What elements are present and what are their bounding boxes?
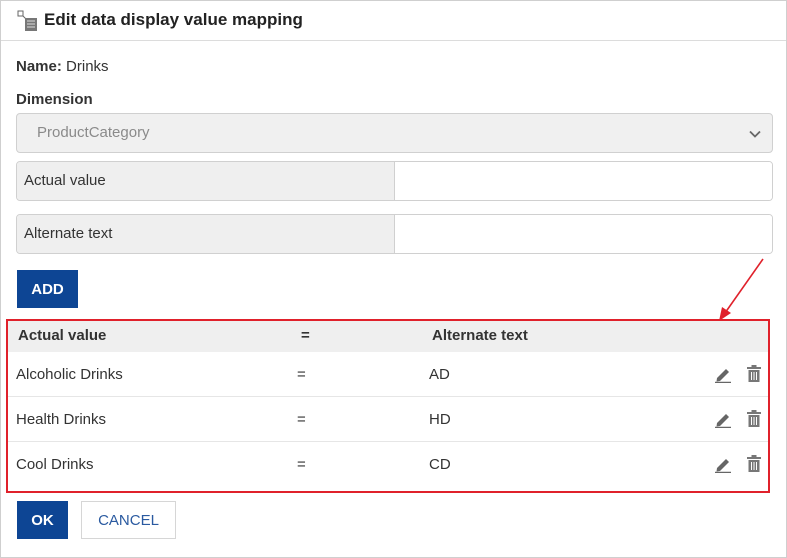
edit-mapping-dialog: Edit data display value mapping Name: Dr… [0, 0, 787, 558]
alternate-text-input[interactable] [395, 215, 772, 253]
table-row: Health Drinks = HD [8, 397, 768, 442]
edit-icon[interactable] [714, 365, 732, 383]
dialog-title-bar: Edit data display value mapping [1, 1, 786, 41]
row-actual-value: Cool Drinks [16, 456, 94, 473]
row-alternate-text: AD [429, 366, 450, 383]
table-row: Alcoholic Drinks = AD [8, 352, 768, 397]
row-actual-value: Alcoholic Drinks [16, 366, 123, 383]
header-actual-value: Actual value [18, 327, 107, 344]
row-equals: = [297, 366, 306, 383]
dialog-title: Edit data display value mapping [44, 10, 303, 29]
table-row: Cool Drinks = CD [8, 442, 768, 487]
dimension-label: Dimension [16, 91, 93, 108]
row-equals: = [297, 411, 306, 428]
actual-value-input[interactable] [395, 162, 772, 200]
name-value: Drinks [66, 58, 109, 75]
trash-icon[interactable] [746, 409, 762, 428]
header-equals: = [301, 327, 310, 344]
mapping-table: Actual value = Alternate text Alcoholic … [6, 319, 770, 493]
edit-icon[interactable] [714, 410, 732, 428]
name-label: Name: [16, 58, 62, 75]
trash-icon[interactable] [746, 454, 762, 473]
row-equals: = [297, 456, 306, 473]
add-button[interactable]: ADD [17, 270, 78, 308]
actual-value-group: Actual value [16, 161, 773, 201]
ok-button[interactable]: OK [17, 501, 68, 539]
actual-value-label: Actual value [17, 162, 395, 200]
row-alternate-text: CD [429, 456, 451, 473]
mapping-icon [17, 10, 37, 31]
dimension-selected-value: ProductCategory [37, 124, 150, 141]
dimension-select[interactable]: ProductCategory [16, 113, 773, 153]
trash-icon[interactable] [746, 364, 762, 383]
table-header: Actual value = Alternate text [8, 321, 768, 352]
cancel-button[interactable]: CANCEL [81, 501, 176, 539]
alternate-text-label: Alternate text [17, 215, 395, 253]
row-actual-value: Health Drinks [16, 411, 107, 428]
name-row: Name: Drinks [16, 58, 109, 76]
chevron-down-icon [749, 130, 761, 138]
edit-icon[interactable] [714, 455, 732, 473]
alternate-text-group: Alternate text [16, 214, 773, 254]
row-alternate-text: HD [429, 411, 451, 428]
header-alternate-text: Alternate text [432, 327, 528, 344]
